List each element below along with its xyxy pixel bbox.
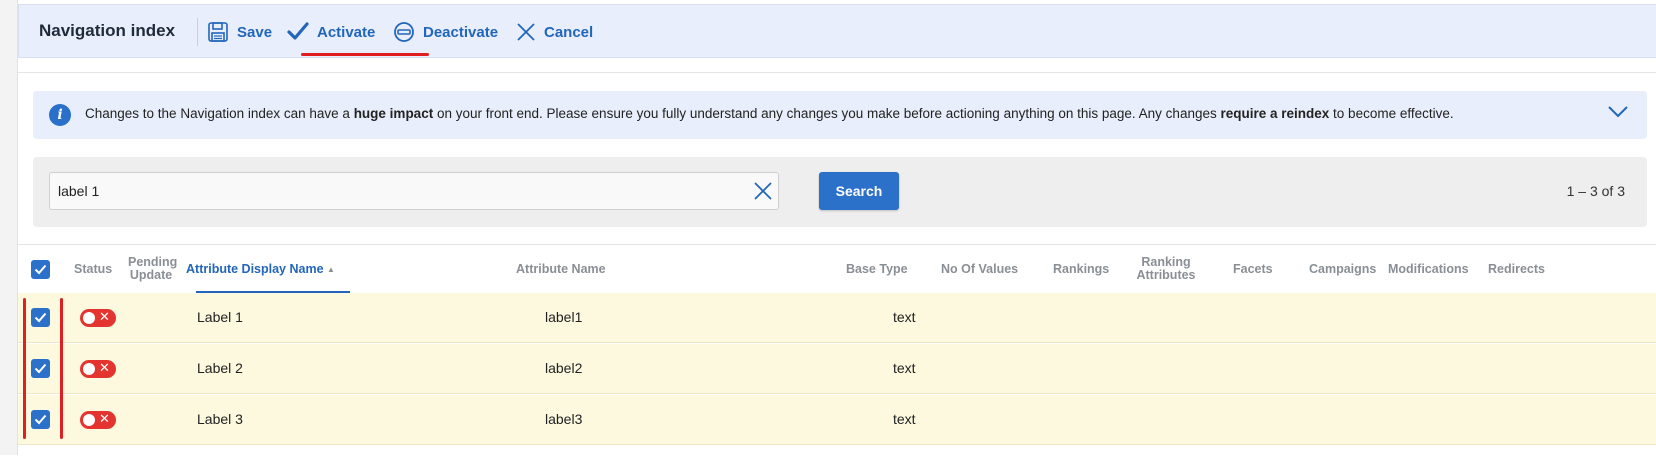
page-title: Navigation index (39, 21, 176, 40)
pagination-count: 1 – 3 of 3 (1566, 183, 1625, 199)
cancel-button[interactable]: Cancel (516, 19, 593, 45)
attribute-name-cell: label2 (545, 360, 583, 376)
info-banner: i Changes to the Navigation index can ha… (33, 91, 1647, 139)
column-header-facets[interactable]: Facets (1233, 263, 1273, 276)
activate-button[interactable]: Activate (287, 19, 375, 45)
checkmark-icon (34, 363, 47, 374)
attribute-name-cell: label3 (545, 411, 583, 427)
attribute-name-cell: label1 (545, 309, 583, 325)
row-checkbox[interactable] (31, 308, 50, 327)
info-banner-text: Changes to the Navigation index can have… (85, 106, 1454, 121)
column-header-status[interactable]: Status (74, 263, 112, 276)
checkmark-icon (34, 414, 47, 425)
checkmark-icon (287, 22, 309, 42)
column-header-base-type[interactable]: Base Type (846, 263, 908, 276)
sort-ascending-icon: ▲ (327, 265, 335, 274)
table-header: Status Pending Update Attribute Display N… (18, 244, 1656, 295)
table-row[interactable]: ✕ Label 1 label1 text (18, 293, 1656, 343)
column-header-attribute-display-name[interactable]: Attribute Display Name ▲ (186, 263, 335, 277)
close-icon: ✕ (99, 412, 110, 427)
row-checkbox[interactable] (31, 410, 50, 429)
toolbar: Navigation index Save Activate Deactivat… (18, 4, 1656, 58)
activate-label: Activate (317, 23, 376, 41)
save-button[interactable]: Save (207, 19, 272, 45)
info-icon: i (49, 104, 71, 126)
column-header-rankings[interactable]: Rankings (1053, 263, 1109, 276)
activate-highlight-underline (301, 53, 429, 56)
deactivate-icon (393, 21, 415, 43)
attribute-display-name-cell: Label 2 (197, 360, 243, 376)
table-row[interactable]: ✕ Label 3 label3 text (18, 395, 1656, 445)
search-button[interactable]: Search (819, 172, 899, 210)
status-toggle[interactable]: ✕ (80, 411, 116, 429)
close-icon: ✕ (99, 310, 110, 325)
chevron-down-icon[interactable] (1607, 105, 1629, 124)
search-input[interactable] (49, 172, 779, 210)
status-toggle[interactable]: ✕ (80, 360, 116, 378)
base-type-cell: text (893, 411, 916, 427)
column-header-no-of-values[interactable]: No Of Values (941, 263, 1018, 276)
column-header-attribute-name[interactable]: Attribute Name (516, 263, 606, 276)
table-row[interactable]: ✕ Label 2 label2 text (18, 344, 1656, 394)
checkmark-icon (34, 264, 47, 275)
row-checkbox[interactable] (31, 359, 50, 378)
base-type-cell: text (893, 360, 916, 376)
column-header-ranking-attributes[interactable]: Ranking Attributes (1133, 256, 1199, 282)
status-toggle[interactable]: ✕ (80, 309, 116, 327)
column-header-pending-update[interactable]: Pending Update (128, 256, 177, 282)
deactivate-button[interactable]: Deactivate (393, 19, 498, 45)
annotation-line-checkboxes (23, 298, 26, 439)
column-header-redirects[interactable]: Redirects (1488, 263, 1545, 276)
left-sidebar-edge (0, 0, 18, 455)
save-icon (207, 21, 229, 43)
select-all-checkbox[interactable] (31, 260, 50, 279)
column-header-modifications[interactable]: Modifications (1388, 263, 1469, 276)
attribute-display-name-cell: Label 3 (197, 411, 243, 427)
cancel-label: Cancel (544, 23, 594, 41)
clear-search-icon[interactable] (753, 181, 773, 206)
column-header-campaigns[interactable]: Campaigns (1309, 263, 1376, 276)
toolbar-divider (197, 18, 198, 46)
close-icon: ✕ (99, 361, 110, 376)
base-type-cell: text (893, 309, 916, 325)
annotation-line-status (60, 298, 63, 439)
checkmark-icon (34, 312, 47, 323)
deactivate-label: Deactivate (423, 23, 499, 41)
attribute-display-name-cell: Label 1 (197, 309, 243, 325)
save-label: Save (237, 23, 273, 41)
close-icon (516, 22, 536, 42)
search-panel: Search 1 – 3 of 3 (33, 157, 1647, 227)
